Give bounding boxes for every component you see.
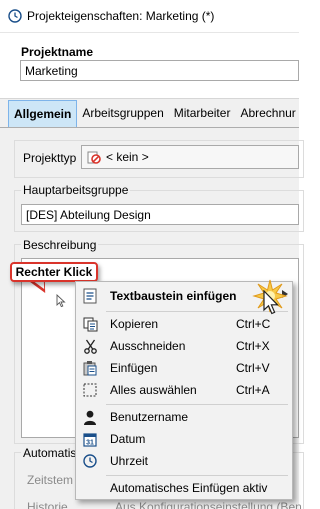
menu-shortcut-copy: Ctrl+C bbox=[236, 317, 271, 331]
timestamp-label: Zeitstem bbox=[27, 473, 74, 487]
tab-allgemein[interactable]: Allgemein bbox=[8, 100, 78, 127]
main-workgroup-select[interactable]: [DES] Abteilung Design bbox=[21, 204, 299, 225]
window-title: Projekteigenschaften: Marketing (*) bbox=[27, 9, 215, 23]
project-type-select[interactable]: < kein > bbox=[81, 145, 299, 169]
menu-label-username: Benutzername bbox=[110, 410, 189, 424]
menu-separator bbox=[106, 404, 288, 405]
menu-item-copy[interactable]: Kopieren Ctrl+C bbox=[76, 313, 292, 335]
calendar-icon: 31 bbox=[82, 431, 98, 447]
tab-mitarbeiter[interactable]: Mitarbeiter bbox=[169, 99, 236, 127]
menu-item-time[interactable]: Uhrzeit bbox=[76, 450, 292, 472]
tab-arbeitsgruppen[interactable]: Arbeitsgruppen bbox=[77, 99, 168, 127]
menu-label-select-all: Alles auswählen bbox=[110, 383, 197, 397]
mouse-cursor-icon bbox=[263, 290, 279, 315]
menu-label-insert-text-block: Textbaustein einfügen bbox=[110, 289, 237, 303]
project-type-label: Projekttyp bbox=[23, 151, 77, 165]
mouse-pointer-icon bbox=[56, 294, 66, 308]
calendar-icon-day: 31 bbox=[86, 439, 94, 446]
project-name-label: Projektname bbox=[21, 45, 94, 59]
history-label: Historie bbox=[27, 500, 68, 509]
menu-item-auto-insert[interactable]: Automatisches Einfügen aktiv bbox=[76, 477, 292, 499]
right-click-callout: Rechter Klick bbox=[10, 262, 98, 282]
select-all-icon bbox=[82, 382, 98, 398]
menu-label-time: Uhrzeit bbox=[110, 454, 149, 468]
history-value: Aus Konfigurationseinstellung (Ben bbox=[115, 500, 302, 509]
menu-label-cut: Ausschneiden bbox=[110, 339, 186, 353]
project-name-input[interactable]: Marketing bbox=[20, 60, 299, 81]
menu-label-copy: Kopieren bbox=[110, 317, 159, 331]
menu-label-paste: Einfügen bbox=[110, 361, 158, 375]
project-name-section: Projektname Marketing bbox=[0, 32, 299, 98]
menu-item-paste[interactable]: Einfügen Ctrl+V bbox=[76, 357, 292, 379]
auto-insert-label: Automatis bbox=[21, 446, 79, 460]
menu-item-username[interactable]: Benutzername bbox=[76, 406, 292, 428]
menu-label-date: Datum bbox=[110, 432, 146, 446]
window-titlebar: Projekteigenschaften: Marketing (*) bbox=[0, 0, 299, 32]
copy-icon bbox=[82, 316, 98, 332]
menu-item-cut[interactable]: Ausschneiden Ctrl+X bbox=[76, 335, 292, 357]
clock-icon bbox=[82, 453, 98, 469]
menu-separator bbox=[106, 475, 288, 476]
menu-shortcut-select-all: Ctrl+A bbox=[236, 383, 270, 397]
scissors-icon bbox=[82, 338, 98, 354]
tab-abrechnung[interactable]: Abrechnur bbox=[235, 99, 300, 127]
paste-icon bbox=[82, 360, 98, 376]
menu-item-select-all[interactable]: Alles auswählen Ctrl+A bbox=[76, 379, 292, 401]
project-type-value: < kein > bbox=[106, 150, 149, 164]
tab-bar: Allgemein Arbeitsgruppen Mitarbeiter Abr… bbox=[0, 98, 299, 128]
menu-label-auto-insert: Automatisches Einfügen aktiv bbox=[110, 481, 268, 495]
clock-icon bbox=[8, 9, 22, 23]
text-block-icon bbox=[82, 288, 98, 304]
user-icon bbox=[82, 409, 98, 425]
menu-shortcut-paste: Ctrl+V bbox=[236, 361, 270, 375]
menu-shortcut-cut: Ctrl+X bbox=[236, 339, 270, 353]
description-label: Beschreibung bbox=[21, 238, 99, 252]
menu-item-date[interactable]: 31 Datum bbox=[76, 428, 292, 450]
no-entry-icon bbox=[87, 151, 101, 164]
main-workgroup-label: Hauptarbeitsgruppe bbox=[21, 183, 131, 197]
